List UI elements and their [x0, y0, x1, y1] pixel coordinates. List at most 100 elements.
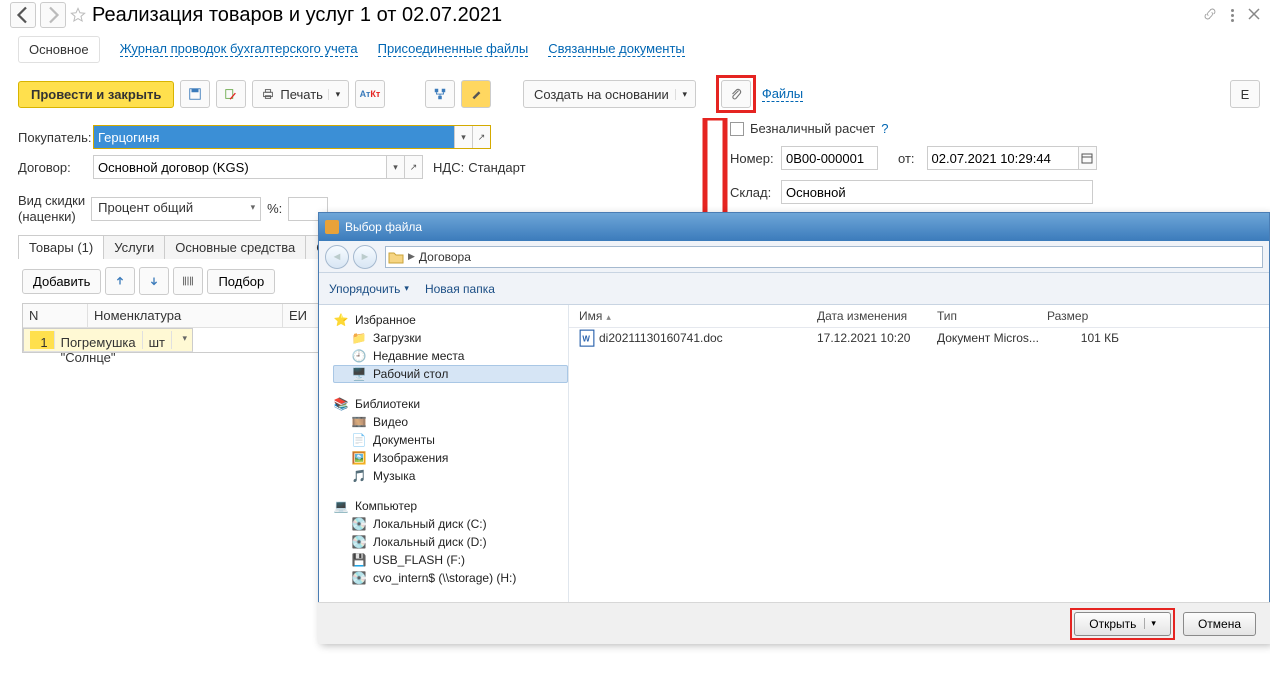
attach-button-highlight	[716, 75, 756, 113]
file-item[interactable]: W di20211130160741.doc 17.12.2021 10:20 …	[569, 328, 1269, 348]
cell-n[interactable]: 1	[30, 331, 55, 349]
files-link[interactable]: Файлы	[762, 86, 803, 102]
section-link-related-docs[interactable]: Связанные документы	[548, 36, 685, 57]
post-and-close-button[interactable]: Провести и закрыть	[18, 81, 174, 108]
image-icon: 🖼️	[351, 451, 367, 465]
col-filename[interactable]: Имя▴	[569, 309, 817, 323]
more-button[interactable]: Е	[1230, 80, 1260, 108]
open-ref-button[interactable]: ↗	[472, 126, 490, 148]
create-based-on-button[interactable]: Создать на основании ▾	[523, 80, 696, 108]
tree-downloads[interactable]: 📁Загрузки	[333, 329, 568, 347]
usb-icon: 💾	[351, 553, 367, 567]
buyer-input[interactable]	[94, 126, 454, 148]
tree-music[interactable]: 🎵Музыка	[333, 467, 568, 485]
col-unit[interactable]: ЕИ	[283, 304, 323, 327]
attach-file-button[interactable]	[721, 80, 751, 108]
open-ref-button[interactable]: ↗	[404, 156, 422, 178]
dialog-title: Выбор файла	[345, 220, 422, 234]
tree-drive-h[interactable]: 💽cvo_intern$ (\\storage) (H:)	[333, 569, 568, 587]
file-date: 17.12.2021 10:20	[817, 331, 937, 345]
tree-video[interactable]: 🎞️Видео	[333, 413, 568, 431]
open-button[interactable]: Открыть ▾	[1074, 612, 1171, 636]
discount-label: Вид скидки (наценки)	[18, 193, 85, 224]
tab-goods[interactable]: Товары (1)	[18, 235, 104, 259]
cell-name[interactable]: Погремушка "Солнце"	[55, 331, 143, 349]
move-down-button[interactable]	[139, 267, 169, 295]
contract-field[interactable]: ▾ ↗	[93, 155, 423, 179]
tree-drive-c[interactable]: 💽Локальный диск (C:)	[333, 515, 568, 533]
more-menu-icon[interactable]	[1231, 9, 1234, 22]
tab-services[interactable]: Услуги	[103, 235, 165, 259]
nav-back-button[interactable]	[10, 2, 36, 28]
dialog-forward-button[interactable]: ►	[353, 245, 377, 269]
cell-unit[interactable]: шт	[143, 331, 172, 349]
tree-drive-f[interactable]: 💾USB_FLASH (F:)	[333, 551, 568, 569]
cancel-button[interactable]: Отмена	[1183, 612, 1256, 636]
calendar-button[interactable]	[1078, 147, 1096, 169]
new-folder-button[interactable]: Новая папка	[425, 282, 495, 296]
col-type[interactable]: Тип	[937, 309, 1047, 323]
music-icon: 🎵	[351, 469, 367, 483]
section-link-journal[interactable]: Журнал проводок бухгалтерского учета	[120, 36, 358, 57]
chevron-down-icon[interactable]: ▾	[1144, 618, 1156, 629]
number-label: Номер:	[730, 151, 775, 166]
breadcrumb[interactable]: ▶ Договора	[385, 246, 1263, 268]
section-tab-main[interactable]: Основное	[18, 36, 100, 63]
section-link-attached-files[interactable]: Присоединенные файлы	[378, 36, 529, 57]
tree-favorites[interactable]: ⭐Избранное	[333, 311, 568, 329]
buyer-field[interactable]: ▾ ↗	[93, 125, 491, 149]
col-date[interactable]: Дата изменения	[817, 309, 937, 323]
date-input[interactable]	[928, 147, 1078, 169]
table-row[interactable]: 1 Погремушка "Солнце" шт	[23, 328, 193, 352]
drive-icon: 💽	[351, 517, 367, 531]
vat-label: НДС:	[433, 160, 464, 175]
favorite-star-icon[interactable]	[70, 8, 86, 22]
print-button[interactable]: Печать ▾	[252, 80, 349, 108]
dialog-back-button[interactable]: ◄	[325, 245, 349, 269]
col-nomenclature[interactable]: Номенклатура	[88, 304, 283, 327]
dialog-sidebar: ⭐Избранное 📁Загрузки 🕘Недавние места 🖥️Р…	[319, 305, 569, 641]
dropdown-button[interactable]: ▾	[386, 156, 404, 178]
number-input[interactable]	[782, 147, 877, 169]
add-row-button[interactable]: Добавить	[22, 269, 101, 294]
tree-libraries[interactable]: 📚Библиотеки	[333, 395, 568, 413]
col-size[interactable]: Размер	[1047, 309, 1127, 323]
note-button[interactable]	[461, 80, 491, 108]
col-n[interactable]: N	[23, 304, 88, 327]
cashless-checkbox[interactable]	[730, 122, 744, 136]
structure-button[interactable]	[425, 80, 455, 108]
warehouse-input[interactable]	[782, 181, 1092, 203]
desktop-icon: 🖥️	[351, 367, 367, 381]
barcode-button[interactable]	[173, 267, 203, 295]
post-button[interactable]	[216, 80, 246, 108]
move-up-button[interactable]	[105, 267, 135, 295]
tree-documents[interactable]: 📄Документы	[333, 431, 568, 449]
tree-drive-d[interactable]: 💽Локальный диск (D:)	[333, 533, 568, 551]
link-icon[interactable]	[1203, 7, 1217, 24]
tree-computer[interactable]: 💻Компьютер	[333, 497, 568, 515]
dialog-title-bar[interactable]: Выбор файла	[319, 213, 1269, 241]
tree-recent[interactable]: 🕘Недавние места	[333, 347, 568, 365]
nav-forward-button[interactable]	[40, 2, 66, 28]
contract-input[interactable]	[94, 156, 386, 178]
print-label: Печать	[280, 87, 323, 102]
file-type: Документ Micros...	[937, 331, 1047, 345]
debit-credit-button[interactable]: АтКт	[355, 80, 385, 108]
tree-images[interactable]: 🖼️Изображения	[333, 449, 568, 467]
save-button[interactable]	[180, 80, 210, 108]
close-icon[interactable]	[1248, 8, 1260, 23]
dialog-footer: Открыть ▾ Отмена	[318, 602, 1270, 644]
file-size: 101 КБ	[1047, 331, 1127, 345]
tree-desktop[interactable]: 🖥️Рабочий стол	[333, 365, 568, 383]
help-icon[interactable]: ?	[881, 121, 888, 136]
date-label: от:	[898, 151, 915, 166]
tab-fixed-assets[interactable]: Основные средства	[164, 235, 306, 259]
buyer-label: Покупатель:	[18, 130, 93, 145]
selection-button[interactable]: Подбор	[207, 269, 275, 294]
create-based-label: Создать на основании	[534, 87, 669, 102]
dropdown-button[interactable]: ▾	[454, 126, 472, 148]
file-list-header: Имя▴ Дата изменения Тип Размер	[569, 305, 1269, 328]
organize-button[interactable]: Упорядочить ▾	[329, 282, 409, 296]
breadcrumb-current[interactable]: Договора	[419, 250, 471, 264]
discount-type-select[interactable]: Процент общий	[91, 197, 261, 221]
